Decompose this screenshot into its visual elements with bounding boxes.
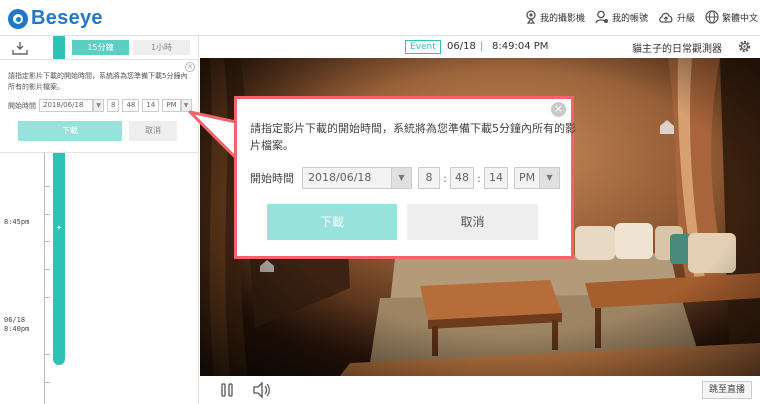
timeline-axis — [44, 153, 45, 404]
camera-icon — [526, 10, 536, 24]
download-dialog: × 請指定影片下載的開始時間，系統將為您準備下載5分鐘內所有的影片檔案。 開始時… — [234, 96, 576, 259]
time-colon: : — [477, 171, 481, 185]
beseye-playback-page: Beseye 我的攝影機 我的帳號 升級 繁體中文 15分鐘 1小時 × 請指定… — [0, 0, 760, 404]
top-nav: 我的攝影機 我的帳號 升級 繁體中文 — [515, 10, 758, 24]
timeline-label-840: 8:40pm — [4, 325, 30, 333]
nav-my-account-label: 我的帳號 — [611, 13, 648, 24]
callout-arrow — [188, 110, 238, 162]
timeline-tick — [44, 297, 50, 298]
timeline-label-845: 8:45pm — [4, 218, 30, 226]
chevron-down-icon[interactable]: ▼ — [392, 167, 412, 189]
timeline-tick — [44, 241, 50, 242]
timeline-event-bar[interactable] — [53, 153, 65, 365]
nav-upgrade-label: 升級 — [676, 13, 695, 24]
dialog-time-label: 開始時間 — [250, 172, 294, 185]
video-date: 06/18 — [447, 41, 476, 52]
dialog-download-button[interactable]: 下載 — [267, 204, 397, 240]
chevron-down-icon[interactable]: ▼ — [93, 99, 104, 112]
sidebar-download-panel: × 請指定影片下載的開始時間，系統將為您準備下載5分鐘內所有的影片檔案。 開始時… — [0, 60, 198, 153]
playback-sidebar: 15分鐘 1小時 × 請指定影片下載的開始時間，系統將為您準備下載5分鐘內所有的… — [0, 36, 199, 404]
dialog-cancel-button[interactable]: 取消 — [407, 204, 538, 240]
timeline-tick — [44, 269, 50, 270]
dialog-message: 請指定影片下載的開始時間，系統將為您準備下載5分鐘內所有的影片檔案。 — [250, 122, 576, 152]
panel-time-label: 開始時間 — [8, 101, 36, 110]
go-live-button[interactable]: 跳至直播 — [701, 381, 752, 399]
panel-hour-input[interactable]: 8 — [107, 99, 120, 112]
download-icon — [12, 41, 28, 55]
dialog-hour-input[interactable]: 8 — [418, 167, 440, 189]
panel-cancel-button[interactable]: 取消 — [129, 121, 177, 141]
user-icon — [595, 10, 608, 24]
time-colon: : — [443, 171, 447, 185]
dialog-date-select[interactable]: 2018/06/18 — [302, 167, 392, 189]
nav-language-label: 繁體中文 — [721, 13, 758, 24]
range-15min-tab[interactable]: 15分鐘 — [72, 40, 129, 55]
video-header: Event 06/18 | 8:49:04 PM 貓主子的日常觀測器 — [200, 36, 760, 58]
timeline-tick — [44, 214, 50, 215]
nav-my-cameras[interactable]: 我的攝影機 — [525, 10, 585, 24]
beseye-logo[interactable]: Beseye — [8, 7, 103, 30]
pause-icon[interactable] — [220, 382, 234, 402]
timeline-tick — [44, 354, 50, 355]
panel-ampm-select[interactable]: PM — [162, 99, 181, 112]
player-controls: 跳至直播 — [200, 376, 760, 404]
nav-upgrade[interactable]: 升級 — [658, 11, 695, 24]
gear-icon[interactable] — [737, 39, 752, 58]
dialog-minute-input[interactable]: 48 — [450, 167, 474, 189]
range-1hour-tab[interactable]: 1小時 — [133, 40, 190, 55]
panel-minute-input[interactable]: 48 — [122, 99, 140, 112]
camera-name: 貓主子的日常觀測器 — [632, 44, 722, 55]
nav-language[interactable]: 繁體中文 — [705, 10, 758, 24]
nav-my-cameras-label: 我的攝影機 — [539, 13, 585, 24]
panel-message: 請指定影片下載的開始時間，系統將為您準備下載5分鐘內所有的影片檔案。 — [8, 72, 188, 91]
panel-time-row: 開始時間 2018/06/18 ▼ 8 48 14 PM ▼ — [8, 99, 192, 112]
chevron-down-icon[interactable]: ▼ — [540, 167, 560, 189]
event-marker-icon[interactable]: ✦ — [56, 224, 62, 232]
dialog-ampm-select[interactable]: PM — [514, 167, 540, 189]
timeline-label-date: 06/18 — [4, 316, 26, 324]
globe-icon — [705, 10, 719, 24]
panel-download-button[interactable]: 下載 — [18, 121, 122, 141]
video-time: 8:49:04 PM — [492, 41, 549, 52]
sidebar-toolbar: 15分鐘 1小時 — [0, 36, 198, 60]
volume-icon[interactable] — [252, 381, 272, 403]
timeline-tick — [44, 382, 50, 383]
timeline-tick — [44, 186, 50, 187]
event-badge: Event — [405, 40, 441, 54]
video-separator: | — [480, 41, 484, 52]
close-icon[interactable]: × — [551, 102, 566, 117]
nav-my-account[interactable]: 我的帳號 — [595, 10, 648, 24]
cloud-upgrade-icon — [659, 12, 673, 23]
panel-date-select[interactable]: 2018/06/18 — [39, 99, 93, 112]
dialog-second-input[interactable]: 14 — [484, 167, 508, 189]
dialog-time-row: 開始時間 2018/06/18 ▼ 8 : 48 : 14 PM ▼ — [250, 167, 560, 189]
panel-second-input[interactable]: 14 — [142, 99, 160, 112]
brand-name: Beseye — [31, 7, 103, 29]
top-bar: Beseye 我的攝影機 我的帳號 升級 繁體中文 — [0, 0, 760, 36]
download-button[interactable] — [9, 39, 31, 56]
beseye-logo-icon — [8, 8, 28, 29]
